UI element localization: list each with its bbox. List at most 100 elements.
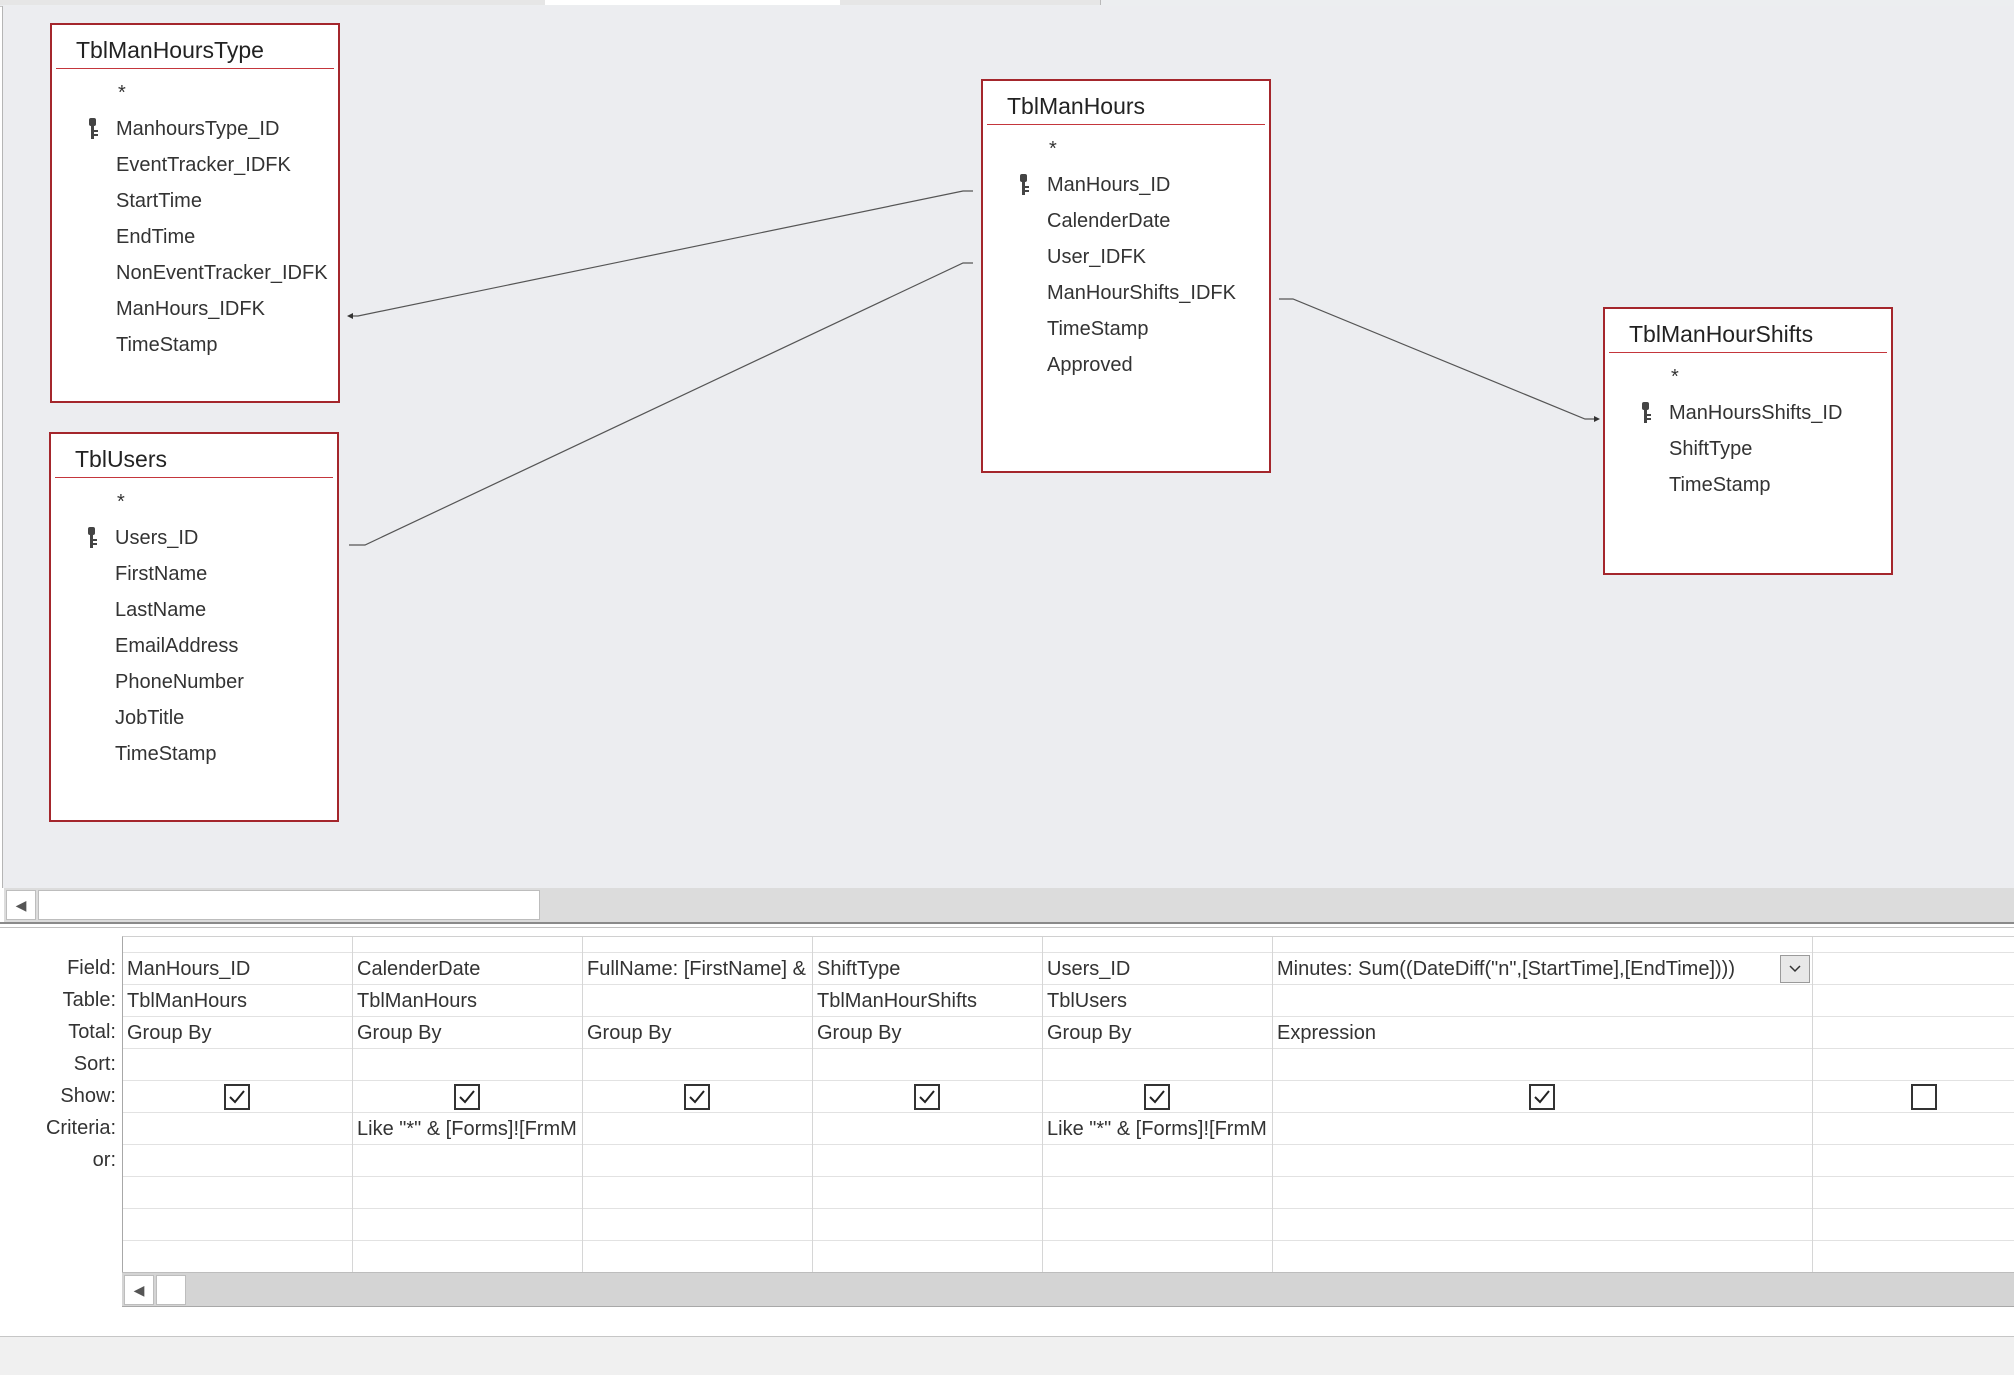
sort-cell[interactable]: [123, 1049, 352, 1081]
total-cell[interactable]: [1813, 1017, 2014, 1049]
field-dropdown-button[interactable]: [1780, 955, 1810, 983]
show-checkbox[interactable]: [1144, 1084, 1170, 1110]
criteria-cell[interactable]: [1273, 1113, 1812, 1145]
sort-cell[interactable]: [583, 1049, 812, 1081]
total-cell[interactable]: Group By: [123, 1017, 352, 1049]
grid-column[interactable]: Users_ID TblUsers Group By Like "*" & [F…: [1043, 937, 1273, 1277]
criteria-cell[interactable]: Like "*" & [Forms]![FrmM: [353, 1113, 582, 1145]
column-selector[interactable]: [353, 937, 582, 953]
field-row[interactable]: CalenderDate: [983, 203, 1269, 239]
or-cell[interactable]: [1043, 1209, 1272, 1241]
field-row[interactable]: EndTime: [52, 219, 338, 255]
sort-cell[interactable]: [353, 1049, 582, 1081]
field-row[interactable]: TimeStamp: [51, 736, 337, 772]
field-all[interactable]: *: [52, 75, 338, 111]
total-cell[interactable]: Group By: [583, 1017, 812, 1049]
criteria-cell[interactable]: [583, 1113, 812, 1145]
field-row[interactable]: ManHours_IDFK: [52, 291, 338, 327]
or-cell[interactable]: [1043, 1177, 1272, 1209]
column-selector[interactable]: [1043, 937, 1272, 953]
or-cell[interactable]: [813, 1177, 1042, 1209]
field-all[interactable]: *: [983, 131, 1269, 167]
sort-cell[interactable]: [1043, 1049, 1272, 1081]
total-cell[interactable]: Group By: [813, 1017, 1042, 1049]
or-cell[interactable]: [353, 1177, 582, 1209]
column-selector[interactable]: [1273, 937, 1812, 953]
criteria-cell[interactable]: [1813, 1113, 2014, 1145]
grid-column[interactable]: Minutes: Sum((DateDiff("n",[StartTime],[…: [1273, 937, 1813, 1277]
or-cell[interactable]: [1273, 1209, 1812, 1241]
document-tab-active[interactable]: [545, 0, 841, 5]
table-cell[interactable]: TblUsers: [1043, 985, 1272, 1017]
sort-cell[interactable]: [813, 1049, 1042, 1081]
table-cell[interactable]: [1273, 985, 1812, 1017]
field-cell[interactable]: ManHours_ID: [123, 953, 352, 985]
table-title[interactable]: TblManHourShifts: [1609, 309, 1887, 353]
criteria-cell[interactable]: [813, 1113, 1042, 1145]
total-cell[interactable]: Group By: [353, 1017, 582, 1049]
or-cell[interactable]: [1813, 1209, 2014, 1241]
total-cell[interactable]: Expression: [1273, 1017, 1812, 1049]
document-tab[interactable]: [0, 0, 301, 5]
table-box-tblusers[interactable]: TblUsers * Users_ID FirstName LastName E…: [49, 432, 339, 822]
scroll-left-icon[interactable]: ◀: [6, 890, 36, 920]
show-checkbox-unchecked[interactable]: [1911, 1084, 1937, 1110]
document-tab[interactable]: [300, 0, 546, 5]
field-row[interactable]: TimeStamp: [52, 327, 338, 363]
field-cell[interactable]: [1813, 953, 2014, 985]
show-checkbox[interactable]: [454, 1084, 480, 1110]
field-row[interactable]: NonEventTracker_IDFK: [52, 255, 338, 291]
field-row[interactable]: PhoneNumber: [51, 664, 337, 700]
or-cell[interactable]: [1813, 1145, 2014, 1177]
or-cell[interactable]: [123, 1177, 352, 1209]
table-title[interactable]: TblUsers: [55, 434, 333, 478]
field-row[interactable]: ShiftType: [1605, 431, 1891, 467]
field-row[interactable]: EventTracker_IDFK: [52, 147, 338, 183]
field-cell[interactable]: ShiftType: [813, 953, 1042, 985]
show-checkbox[interactable]: [914, 1084, 940, 1110]
scrollbar-thumb[interactable]: [38, 890, 540, 920]
table-cell[interactable]: [583, 985, 812, 1017]
field-row[interactable]: ManHourShifts_IDFK: [983, 275, 1269, 311]
document-tab[interactable]: [840, 0, 1101, 5]
field-all[interactable]: *: [1605, 359, 1891, 395]
show-checkbox[interactable]: [684, 1084, 710, 1110]
table-title[interactable]: TblManHoursType: [56, 25, 334, 69]
or-cell[interactable]: [123, 1145, 352, 1177]
or-cell[interactable]: [813, 1145, 1042, 1177]
table-title[interactable]: TblManHours: [987, 81, 1265, 125]
column-selector[interactable]: [813, 937, 1042, 953]
total-cell[interactable]: Group By: [1043, 1017, 1272, 1049]
grid-horizontal-scrollbar[interactable]: ◀: [122, 1272, 2014, 1307]
column-selector[interactable]: [583, 937, 812, 953]
field-cell[interactable]: Minutes: Sum((DateDiff("n",[StartTime],[…: [1273, 953, 1812, 985]
show-checkbox[interactable]: [224, 1084, 250, 1110]
sort-cell[interactable]: [1813, 1049, 2014, 1081]
or-cell[interactable]: [813, 1209, 1042, 1241]
field-cell[interactable]: CalenderDate: [353, 953, 582, 985]
or-cell[interactable]: [1273, 1145, 1812, 1177]
grid-column[interactable]: ManHours_ID TblManHours Group By: [123, 937, 353, 1277]
table-box-tblmanhourshifts[interactable]: TblManHourShifts * ManHoursShifts_ID Shi…: [1603, 307, 1893, 575]
or-cell[interactable]: [583, 1177, 812, 1209]
grid-column-empty[interactable]: [1813, 937, 2014, 1277]
field-row[interactable]: EmailAddress: [51, 628, 337, 664]
field-row[interactable]: TimeStamp: [1605, 467, 1891, 503]
field-row[interactable]: JobTitle: [51, 700, 337, 736]
criteria-cell[interactable]: [123, 1113, 352, 1145]
field-all[interactable]: *: [51, 484, 337, 520]
grid-column[interactable]: ShiftType TblManHourShifts Group By: [813, 937, 1043, 1277]
field-cell[interactable]: FullName: [FirstName] & " ": [583, 953, 812, 985]
table-cell[interactable]: TblManHours: [123, 985, 352, 1017]
sort-cell[interactable]: [1273, 1049, 1812, 1081]
field-row[interactable]: User_IDFK: [983, 239, 1269, 275]
or-cell[interactable]: [1273, 1177, 1812, 1209]
criteria-cell[interactable]: Like "*" & [Forms]![FrmM: [1043, 1113, 1272, 1145]
field-primary-key[interactable]: ManHours_ID: [983, 167, 1269, 203]
or-cell[interactable]: [583, 1145, 812, 1177]
show-checkbox[interactable]: [1529, 1084, 1555, 1110]
field-row[interactable]: StartTime: [52, 183, 338, 219]
field-row[interactable]: FirstName: [51, 556, 337, 592]
or-cell[interactable]: [1043, 1145, 1272, 1177]
table-cell[interactable]: TblManHourShifts: [813, 985, 1042, 1017]
